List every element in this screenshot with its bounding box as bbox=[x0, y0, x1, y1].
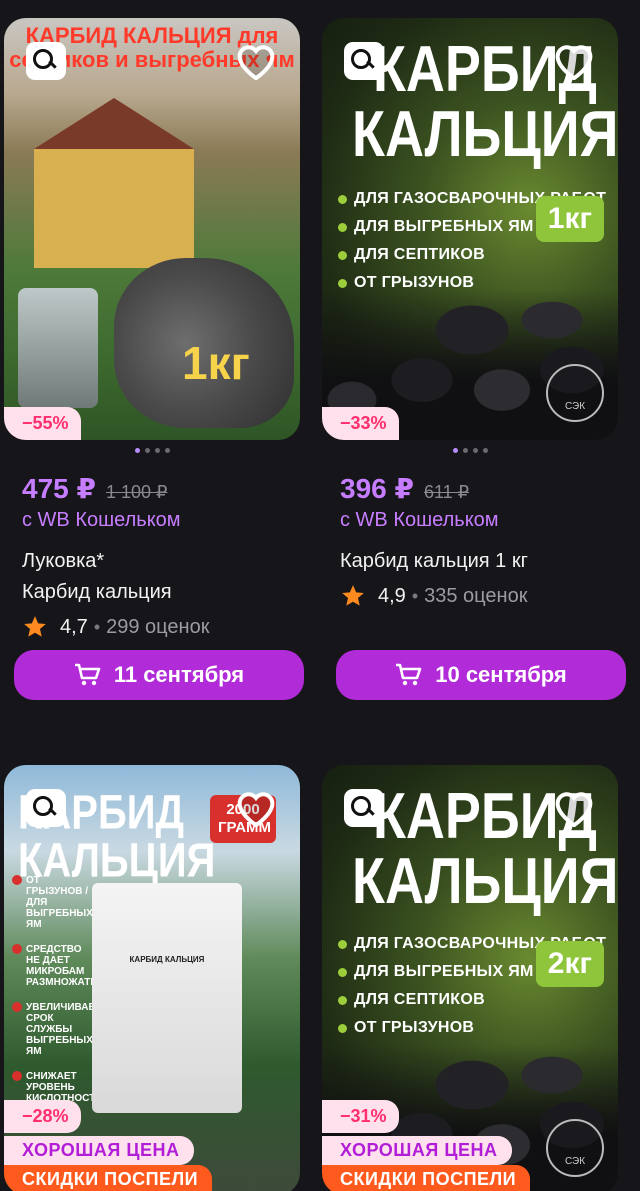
discount-badge: СКИДКИ ПОСПЕЛИ bbox=[322, 1165, 531, 1191]
product-image[interactable]: КАРБИД КАЛЬЦИЯ 2000 ГРАММ ОТ ГРЫЗУНОВ / … bbox=[4, 765, 300, 1191]
cart-icon bbox=[74, 663, 101, 686]
good-price-badge: ХОРОШАЯ ЦЕНА bbox=[4, 1136, 194, 1165]
rating-value: 4,7 bbox=[60, 615, 88, 638]
product-title[interactable]: Луковка* Карбид кальция bbox=[4, 546, 300, 608]
bullet: ДЛЯ СЕПТИКОВ bbox=[338, 991, 606, 1009]
bullet: ОТ ГРЫЗУНОВ bbox=[338, 1019, 606, 1037]
feature-item: ОТ ГРЫЗУНОВ / ДЛЯ ВЫГРЕБНЫХ ЯМ bbox=[12, 875, 93, 930]
house-illustration bbox=[34, 98, 194, 268]
price: 396 ₽ bbox=[340, 473, 414, 504]
sale-badge: −55% bbox=[4, 407, 81, 440]
feature-item: СРЕДСТВО НЕ ДАЕТ МИКРОБАМ РАЗМНОЖАТЬСЯ bbox=[12, 944, 112, 988]
brand-seal: СЭК bbox=[546, 364, 604, 422]
search-similar-icon[interactable] bbox=[26, 789, 66, 827]
wallet-label: с WB Кошельком bbox=[22, 509, 181, 531]
old-price: 611 ₽ bbox=[423, 482, 470, 502]
good-price-badge: ХОРОШАЯ ЦЕНА bbox=[322, 1136, 512, 1165]
sale-badge: −28% bbox=[4, 1100, 81, 1133]
search-similar-icon[interactable] bbox=[26, 42, 66, 80]
sale-badge: −33% bbox=[322, 407, 399, 440]
product-image[interactable]: КАРБИД КАЛЬЦИЯ ДЛЯ ГАЗОСВАРОЧНЫХ РАБОТ Д… bbox=[322, 765, 618, 1191]
price-row: 475 ₽ 1 100 ₽ bbox=[4, 472, 300, 505]
reviews-count: 299 оценок bbox=[106, 615, 210, 638]
bag-illustration bbox=[18, 288, 98, 408]
product-title[interactable]: Карбид кальция 1 кг bbox=[322, 546, 618, 577]
search-similar-icon[interactable] bbox=[344, 789, 384, 827]
price: 475 ₽ bbox=[22, 473, 96, 504]
heart-icon[interactable] bbox=[234, 787, 278, 828]
heart-icon[interactable] bbox=[552, 787, 596, 828]
star-icon bbox=[342, 585, 364, 606]
star-icon bbox=[24, 616, 46, 637]
cart-icon bbox=[396, 663, 422, 686]
heart-icon[interactable] bbox=[552, 40, 596, 81]
add-to-cart-button[interactable]: 10 сентября bbox=[336, 650, 626, 700]
product-card[interactable]: КАРБИД КАЛЬЦИЯ для септиков и выгребных … bbox=[4, 18, 304, 700]
image-pager-dots bbox=[322, 448, 618, 454]
add-to-cart-button[interactable]: 11 сентября bbox=[14, 650, 304, 700]
product-name: Карбид кальция bbox=[22, 581, 172, 603]
separator-dot: • bbox=[93, 616, 101, 637]
product-name: Карбид кальция 1 кг bbox=[340, 550, 528, 572]
product-card[interactable]: КАРБИД КАЛЬЦИЯ ДЛЯ ГАЗОСВАРОЧНЫХ РАБОТ Д… bbox=[322, 765, 618, 1191]
reviews-count: 335 оценок bbox=[424, 584, 528, 607]
bullet: ДЛЯ СЕПТИКОВ bbox=[338, 246, 606, 264]
product-card[interactable]: КАРБИД КАЛЬЦИЯ ДЛЯ ГАЗОСВАРОЧНЫХ РАБОТ Д… bbox=[322, 18, 626, 700]
feature-item: УВЕЛИЧИВАЕТ СРОК СЛУЖБЫ ВЫГРЕБНЫХ ЯМ bbox=[12, 1002, 101, 1057]
pouch-title: КАРБИД КАЛЬЦИЯ bbox=[129, 955, 205, 964]
product-image[interactable]: КАРБИД КАЛЬЦИЯ ДЛЯ ГАЗОСВАРОЧНЫХ РАБОТ Д… bbox=[322, 18, 618, 440]
product-image[interactable]: КАРБИД КАЛЬЦИЯ для септиков и выгребных … bbox=[4, 18, 300, 440]
brand-seal: СЭК bbox=[546, 1119, 604, 1177]
image-feature-list: ОТ ГРЫЗУНОВ / ДЛЯ ВЫГРЕБНЫХ ЯМ СРЕДСТВО … bbox=[12, 875, 112, 1118]
sale-badge: −31% bbox=[322, 1100, 399, 1133]
brand-name: Луковка* bbox=[22, 550, 105, 572]
search-similar-icon[interactable] bbox=[344, 42, 384, 80]
delivery-date: 11 сентября bbox=[113, 662, 245, 687]
old-price: 1 100 ₽ bbox=[105, 482, 168, 502]
price-row: 396 ₽ 611 ₽ bbox=[322, 472, 618, 505]
wallet-label: с WB Кошельком bbox=[340, 509, 499, 531]
weight-tag: 2кг bbox=[535, 941, 604, 987]
heart-icon[interactable] bbox=[234, 40, 278, 81]
separator-dot: • bbox=[411, 585, 419, 606]
rating-value: 4,9 bbox=[378, 584, 406, 607]
product-grid: КАРБИД КАЛЬЦИЯ для септиков и выгребных … bbox=[0, 0, 640, 1191]
weight-tag: 1кг bbox=[535, 196, 604, 242]
delivery-date: 10 сентября bbox=[435, 662, 567, 687]
discount-badge: СКИДКИ ПОСПЕЛИ bbox=[4, 1165, 213, 1191]
rating-row: 4,7 • 299 оценок bbox=[4, 614, 300, 640]
pouch-illustration: КАРБИД КАЛЬЦИЯ bbox=[92, 883, 242, 1113]
product-card[interactable]: КАРБИД КАЛЬЦИЯ 2000 ГРАММ ОТ ГРЫЗУНОВ / … bbox=[4, 765, 300, 1191]
image-weight: 1кг bbox=[182, 337, 250, 389]
rating-row: 4,9 • 335 оценок bbox=[322, 583, 618, 609]
image-pager-dots bbox=[4, 448, 300, 454]
